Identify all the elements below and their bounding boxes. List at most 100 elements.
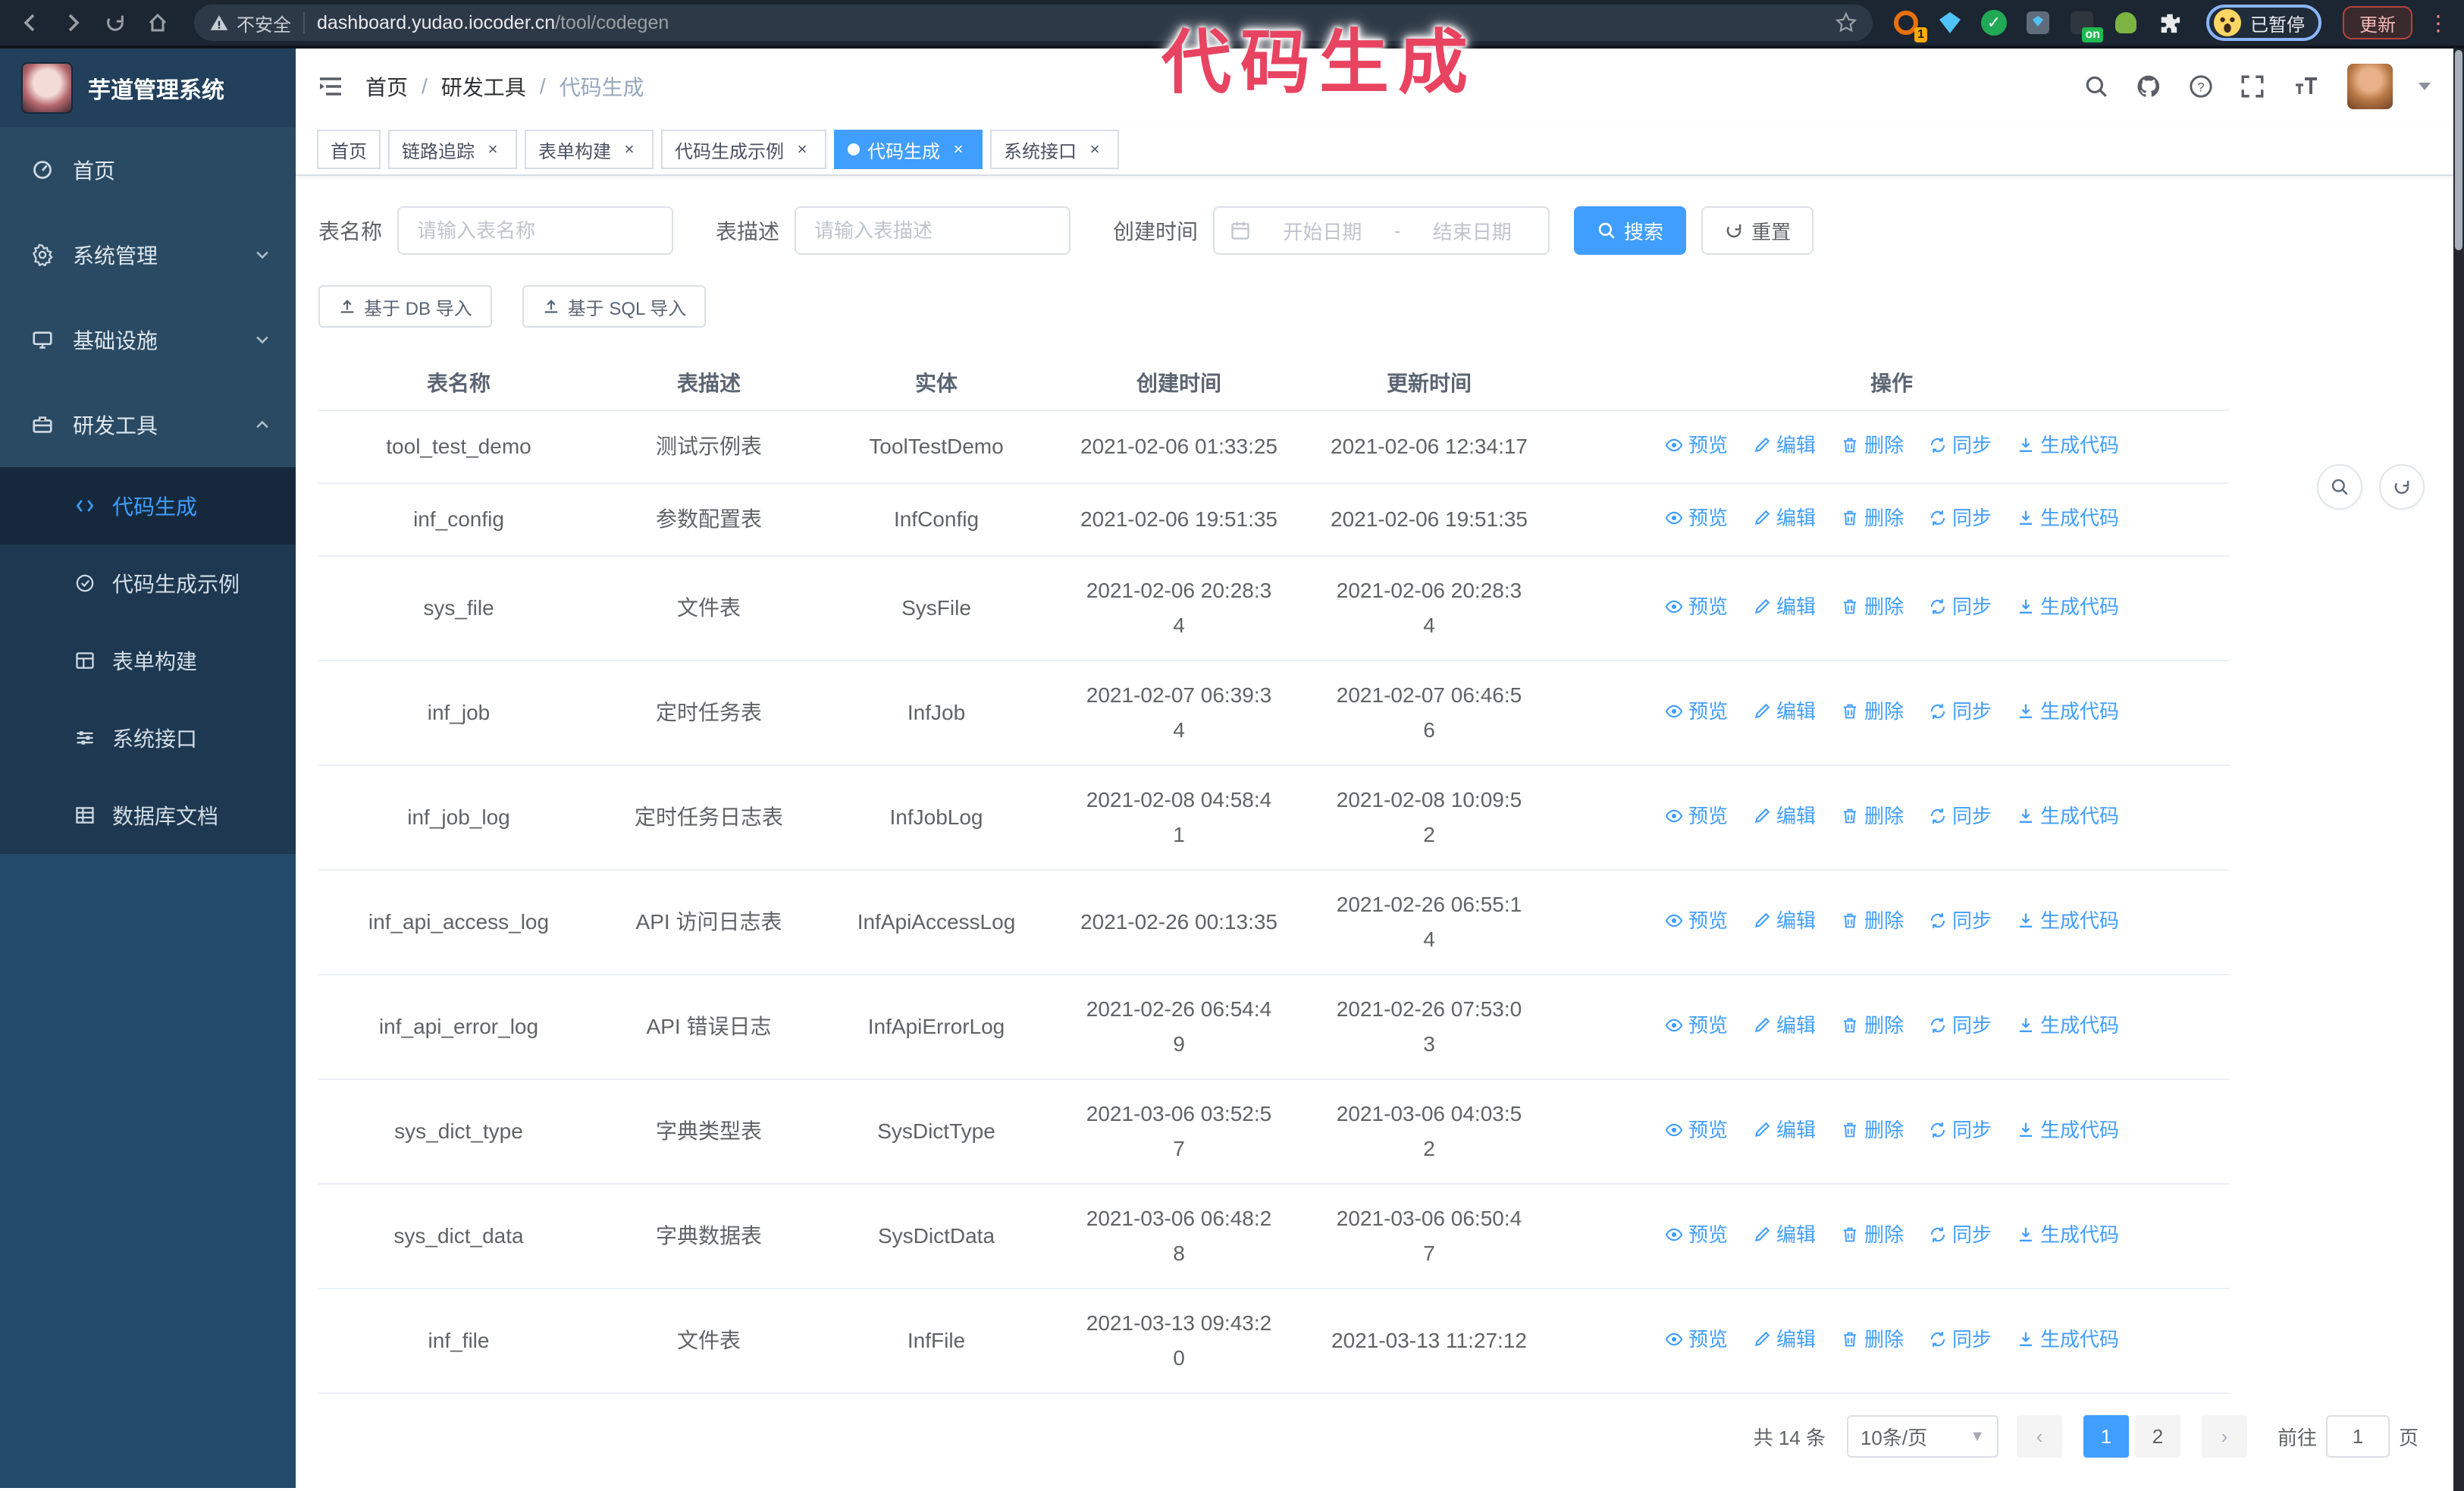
refresh-table-icon[interactable] <box>2379 464 2425 510</box>
action-edit[interactable]: 编辑 <box>1752 1322 1816 1357</box>
extension-icon-dark[interactable]: on <box>2067 8 2103 42</box>
import-db-button[interactable]: 基于 DB 导入 <box>318 285 492 328</box>
action-preview[interactable]: 预览 <box>1664 1113 1728 1147</box>
action-delete[interactable]: 删除 <box>1840 1113 1904 1147</box>
close-icon[interactable]: × <box>1084 139 1105 160</box>
action-edit[interactable]: 编辑 <box>1752 428 1816 463</box>
search-button[interactable]: 搜索 <box>1574 206 1687 255</box>
app-logo[interactable]: 芋道管理系统 <box>0 49 296 127</box>
submenu-item-4[interactable]: 数据库文档 <box>0 777 296 854</box>
tab-3[interactable]: 代码生成示例 × <box>661 130 826 169</box>
action-sync[interactable]: 同步 <box>1928 1113 1992 1147</box>
table-name-input[interactable] <box>397 206 674 255</box>
action-generate[interactable]: 生成代码 <box>2016 1217 2119 1252</box>
action-edit[interactable]: 编辑 <box>1752 501 1816 535</box>
action-preview[interactable]: 预览 <box>1664 1008 1728 1043</box>
action-delete[interactable]: 删除 <box>1840 694 1904 729</box>
sidebar-item-0[interactable]: 首页 <box>0 127 296 212</box>
action-delete[interactable]: 删除 <box>1840 428 1904 463</box>
extension-icon-stack[interactable] <box>2023 8 2053 38</box>
kebab-menu-icon[interactable]: ⋮ <box>2428 11 2449 36</box>
browser-profile-chip[interactable]: 已暂停 <box>2206 5 2321 41</box>
action-edit[interactable]: 编辑 <box>1752 589 1816 624</box>
action-sync[interactable]: 同步 <box>1928 799 1992 833</box>
action-delete[interactable]: 删除 <box>1840 799 1904 833</box>
sidebar-item-1[interactable]: 系统管理 <box>0 212 296 297</box>
action-sync[interactable]: 同步 <box>1928 694 1992 729</box>
action-sync[interactable]: 同步 <box>1928 428 1992 463</box>
toggle-search-icon[interactable] <box>2317 464 2362 510</box>
action-edit[interactable]: 编辑 <box>1752 799 1816 833</box>
action-edit[interactable]: 编辑 <box>1752 903 1816 938</box>
action-generate[interactable]: 生成代码 <box>2016 428 2119 463</box>
tab-2[interactable]: 表单构建 × <box>525 130 654 169</box>
extension-icon-check[interactable]: ✓ <box>1979 8 2009 38</box>
submenu-item-0[interactable]: 代码生成 <box>0 467 296 545</box>
sidebar-item-2[interactable]: 基础设施 <box>0 297 296 382</box>
action-sync[interactable]: 同步 <box>1928 1322 1992 1357</box>
breadcrumb-tools[interactable]: 研发工具 <box>441 71 526 102</box>
action-preview[interactable]: 预览 <box>1664 1322 1728 1357</box>
action-preview[interactable]: 预览 <box>1664 428 1728 463</box>
extension-icon-orange[interactable]: 1 <box>1891 8 1927 42</box>
action-generate[interactable]: 生成代码 <box>2016 799 2119 833</box>
address-bar[interactable]: 不安全 dashboard.yudao.iocoder.cn/tool/code… <box>194 5 1873 41</box>
page-button-2[interactable]: 2 <box>2134 1415 2180 1458</box>
back-icon[interactable] <box>12 5 49 41</box>
fullscreen-icon[interactable] <box>2240 74 2265 99</box>
action-edit[interactable]: 编辑 <box>1752 1113 1816 1147</box>
user-avatar[interactable] <box>2347 64 2393 109</box>
prev-page-button[interactable]: ‹ <box>2016 1415 2062 1458</box>
submenu-item-3[interactable]: 系统接口 <box>0 699 296 777</box>
jumper-input[interactable] <box>2325 1415 2390 1458</box>
action-preview[interactable]: 预览 <box>1664 694 1728 729</box>
close-icon[interactable]: × <box>792 139 813 160</box>
action-sync[interactable]: 同步 <box>1928 903 1992 938</box>
update-button[interactable]: 更新 <box>2343 6 2412 39</box>
extension-icon-gem[interactable] <box>1935 8 1965 38</box>
action-delete[interactable]: 删除 <box>1840 1008 1904 1043</box>
search-icon[interactable] <box>2083 74 2109 99</box>
action-generate[interactable]: 生成代码 <box>2016 1113 2119 1147</box>
action-preview[interactable]: 预览 <box>1664 1217 1728 1252</box>
action-edit[interactable]: 编辑 <box>1752 1217 1816 1252</box>
reset-button[interactable]: 重置 <box>1701 206 1814 255</box>
action-generate[interactable]: 生成代码 <box>2016 501 2119 535</box>
home-icon[interactable] <box>140 5 176 41</box>
action-delete[interactable]: 删除 <box>1840 501 1904 535</box>
extensions-puzzle-icon[interactable] <box>2155 8 2185 38</box>
help-icon[interactable]: ? <box>2188 74 2214 99</box>
chevron-down-icon[interactable] <box>2419 83 2431 96</box>
action-generate[interactable]: 生成代码 <box>2016 589 2119 624</box>
action-preview[interactable]: 预览 <box>1664 799 1728 833</box>
forward-icon[interactable] <box>55 5 91 41</box>
next-page-button[interactable]: › <box>2201 1415 2247 1458</box>
action-edit[interactable]: 编辑 <box>1752 1008 1816 1043</box>
page-size-select[interactable]: 10条/页 ▼ <box>1846 1415 1998 1458</box>
action-delete[interactable]: 删除 <box>1840 1322 1904 1357</box>
close-icon[interactable]: × <box>619 139 640 160</box>
bookmark-star-icon[interactable] <box>1835 11 1857 34</box>
scrollbar[interactable] <box>2453 49 2464 1491</box>
submenu-item-1[interactable]: 代码生成示例 <box>0 545 296 622</box>
action-preview[interactable]: 预览 <box>1664 589 1728 624</box>
action-generate[interactable]: 生成代码 <box>2016 903 2119 938</box>
table-desc-input[interactable] <box>795 206 1071 255</box>
extension-icon-key[interactable] <box>2111 8 2141 38</box>
github-icon[interactable] <box>2135 73 2162 100</box>
font-size-icon[interactable] <box>2291 74 2321 99</box>
hamburger-icon[interactable] <box>317 73 344 100</box>
action-delete[interactable]: 删除 <box>1840 903 1904 938</box>
action-preview[interactable]: 预览 <box>1664 501 1728 535</box>
tab-4[interactable]: 代码生成 × <box>834 130 983 169</box>
tab-5[interactable]: 系统接口 × <box>990 130 1119 169</box>
action-sync[interactable]: 同步 <box>1928 1008 1992 1043</box>
close-icon[interactable]: × <box>482 139 503 160</box>
security-warning[interactable]: 不安全 <box>209 10 291 36</box>
action-sync[interactable]: 同步 <box>1928 589 1992 624</box>
tab-0[interactable]: 首页 <box>317 130 381 169</box>
action-sync[interactable]: 同步 <box>1928 1217 1992 1252</box>
action-generate[interactable]: 生成代码 <box>2016 1322 2119 1357</box>
close-icon[interactable]: × <box>948 139 969 160</box>
import-sql-button[interactable]: 基于 SQL 导入 <box>522 285 707 328</box>
